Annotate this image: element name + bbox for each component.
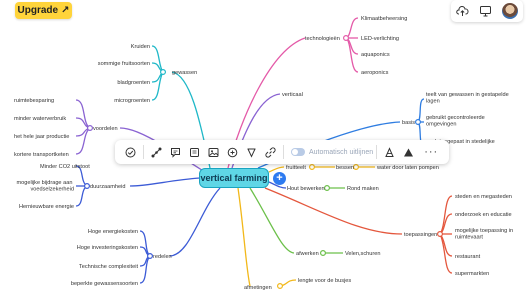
branch-hernieuw <box>75 185 88 207</box>
node-ruimte[interactable]: ruimtebesparing <box>14 98 54 104</box>
hyperlink-icon[interactable] <box>261 142 280 162</box>
node-restaurant[interactable]: restaurant <box>455 254 481 260</box>
branch-ruimte <box>75 99 91 129</box>
auto-align-toggle[interactable] <box>291 148 305 156</box>
joint-basis[interactable] <box>415 118 422 125</box>
node-jaar[interactable]: het hele jaar productie <box>14 134 69 140</box>
node-onderzoek[interactable]: onderzoek en educatie <box>455 212 512 218</box>
node-redelen[interactable]: redelen <box>153 254 172 260</box>
node-beperkte[interactable]: beperkte gewassensoorten <box>71 281 138 287</box>
joint-afwerken[interactable] <box>320 250 327 257</box>
node-klimaat[interactable]: Klimaatbeheersing <box>361 16 407 22</box>
warning-icon[interactable] <box>399 142 418 162</box>
branch-super <box>439 233 453 274</box>
check-circle-icon[interactable] <box>121 142 140 162</box>
branch-klimaat <box>345 17 359 39</box>
joint-toepassingen[interactable] <box>437 231 444 238</box>
branch-basis1 <box>417 98 425 123</box>
branch-micro <box>151 71 164 101</box>
node-super[interactable]: supermarkten <box>455 271 489 277</box>
branch-toepassingen <box>264 187 403 235</box>
branch-aero <box>345 37 359 73</box>
branch-beperkte <box>139 255 151 284</box>
node-basis[interactable]: basis <box>402 120 415 126</box>
presentation-icon[interactable] <box>479 4 493 18</box>
node-micro[interactable]: microgroenten <box>114 98 150 104</box>
node-basis2[interactable]: gebruikt gecontroleerde omgevingen <box>426 115 486 128</box>
node-toolbar: Automatisch uitlijnen ··· <box>115 140 449 164</box>
toolbar-divider <box>143 145 144 159</box>
node-ruimtevaart[interactable]: mogelijke toepassing in ruimtevaart <box>455 228 515 241</box>
cloud-upload-icon[interactable] <box>456 4 470 18</box>
joint-bessen[interactable] <box>353 164 360 171</box>
joint-gewassen[interactable] <box>160 68 167 75</box>
style-icon[interactable] <box>380 142 399 162</box>
branch-energie <box>139 230 151 257</box>
central-topic-node[interactable]: vertical farming <box>199 168 269 188</box>
more-options-button[interactable]: ··· <box>424 146 438 158</box>
comment-icon[interactable] <box>166 142 185 162</box>
node-kruiden[interactable]: Kruiden <box>131 44 150 50</box>
node-toepassingen[interactable]: toepassingen <box>404 232 437 238</box>
node-complex[interactable]: Technische complexiteit <box>79 264 139 270</box>
image-icon[interactable] <box>204 142 223 162</box>
avatar[interactable] <box>502 3 519 19</box>
node-fruitteelt[interactable]: fruitteelt <box>286 165 306 171</box>
upgrade-label: Upgrade <box>17 5 59 16</box>
node-lengte[interactable]: lengte voor de busjes <box>298 278 351 284</box>
branch-onderzoek <box>439 213 453 235</box>
top-right-toolbar <box>451 0 523 22</box>
branch-kruiden <box>151 45 164 73</box>
auto-align-label: Automatisch uitlijnen <box>309 148 374 156</box>
node-co2[interactable]: Minder CO2 uitstoot <box>40 164 90 170</box>
joint-afmetingen[interactable] <box>277 283 284 290</box>
joint-fruitteelt[interactable] <box>309 164 316 171</box>
node-water[interactable]: minder waterverbruik <box>14 116 66 122</box>
node-duurzaamheid[interactable]: duurzaamheid <box>90 184 125 190</box>
branch-transport <box>75 127 91 155</box>
joint-hout[interactable] <box>324 185 331 192</box>
node-afwerken[interactable]: afwerken <box>296 251 319 257</box>
node-rond[interactable]: Rond maken <box>347 186 379 192</box>
connect-icon[interactable] <box>147 142 166 162</box>
node-voordelen[interactable]: voordelen <box>93 126 118 132</box>
node-gewassen[interactable]: gewassen <box>172 70 197 76</box>
node-fruit[interactable]: sommige fruitsoorten <box>98 61 150 67</box>
node-invest[interactable]: Hoge investeringskosten <box>77 245 138 251</box>
node-technologieen[interactable]: technologieën <box>305 36 340 42</box>
node-hernieuw[interactable]: Hernieuwbare energie <box>19 204 74 210</box>
central-topic-label: vertical farming <box>200 173 268 183</box>
node-verticaal[interactable]: verticaal <box>282 92 303 98</box>
shape-icon[interactable] <box>242 142 261 162</box>
node-velen[interactable]: Velen,schuren <box>345 251 380 257</box>
node-steden[interactable]: steden en megasteden <box>455 194 512 200</box>
node-transport[interactable]: kortere transportketen <box>14 152 69 158</box>
joint-duurzaamheid[interactable] <box>83 183 90 190</box>
arrow-up-right-icon: ↗ <box>61 5 70 16</box>
node-basis1[interactable]: teelt van gewassen in gestapelde lagen <box>426 92 510 105</box>
node-hout[interactable]: Hout bewerken <box>287 186 325 192</box>
node-energie[interactable]: Hoge energiekosten <box>88 229 138 235</box>
link-icon[interactable] <box>223 142 242 162</box>
add-node-button[interactable]: + <box>273 172 286 185</box>
node-afmetingen[interactable]: afmetingen <box>244 285 272 291</box>
upgrade-button[interactable]: Upgrade ↗ <box>15 2 72 19</box>
node-blad[interactable]: bladgroenten <box>117 80 150 86</box>
joint-redelen[interactable] <box>147 253 154 260</box>
joint-technologieen[interactable] <box>343 34 350 41</box>
branch-redelen <box>169 187 221 257</box>
node-bijdrage[interactable]: mogelijke bijdrage aan voedselzekerheid <box>16 180 74 193</box>
note-icon[interactable] <box>185 142 204 162</box>
branch-afmetingen <box>237 187 251 287</box>
node-aero[interactable]: aeroponics <box>361 70 389 76</box>
node-bessen[interactable]: bessen <box>336 165 354 171</box>
node-led[interactable]: LED-verlichting <box>361 36 399 42</box>
branch-duurzaamheid <box>129 177 201 187</box>
node-aqua[interactable]: aquaponics <box>361 52 390 58</box>
toolbar-divider <box>376 145 378 159</box>
toolbar-divider <box>283 145 284 159</box>
node-water-pompen[interactable]: water door laten pompen <box>376 165 439 171</box>
joint-voordelen[interactable] <box>86 124 93 131</box>
